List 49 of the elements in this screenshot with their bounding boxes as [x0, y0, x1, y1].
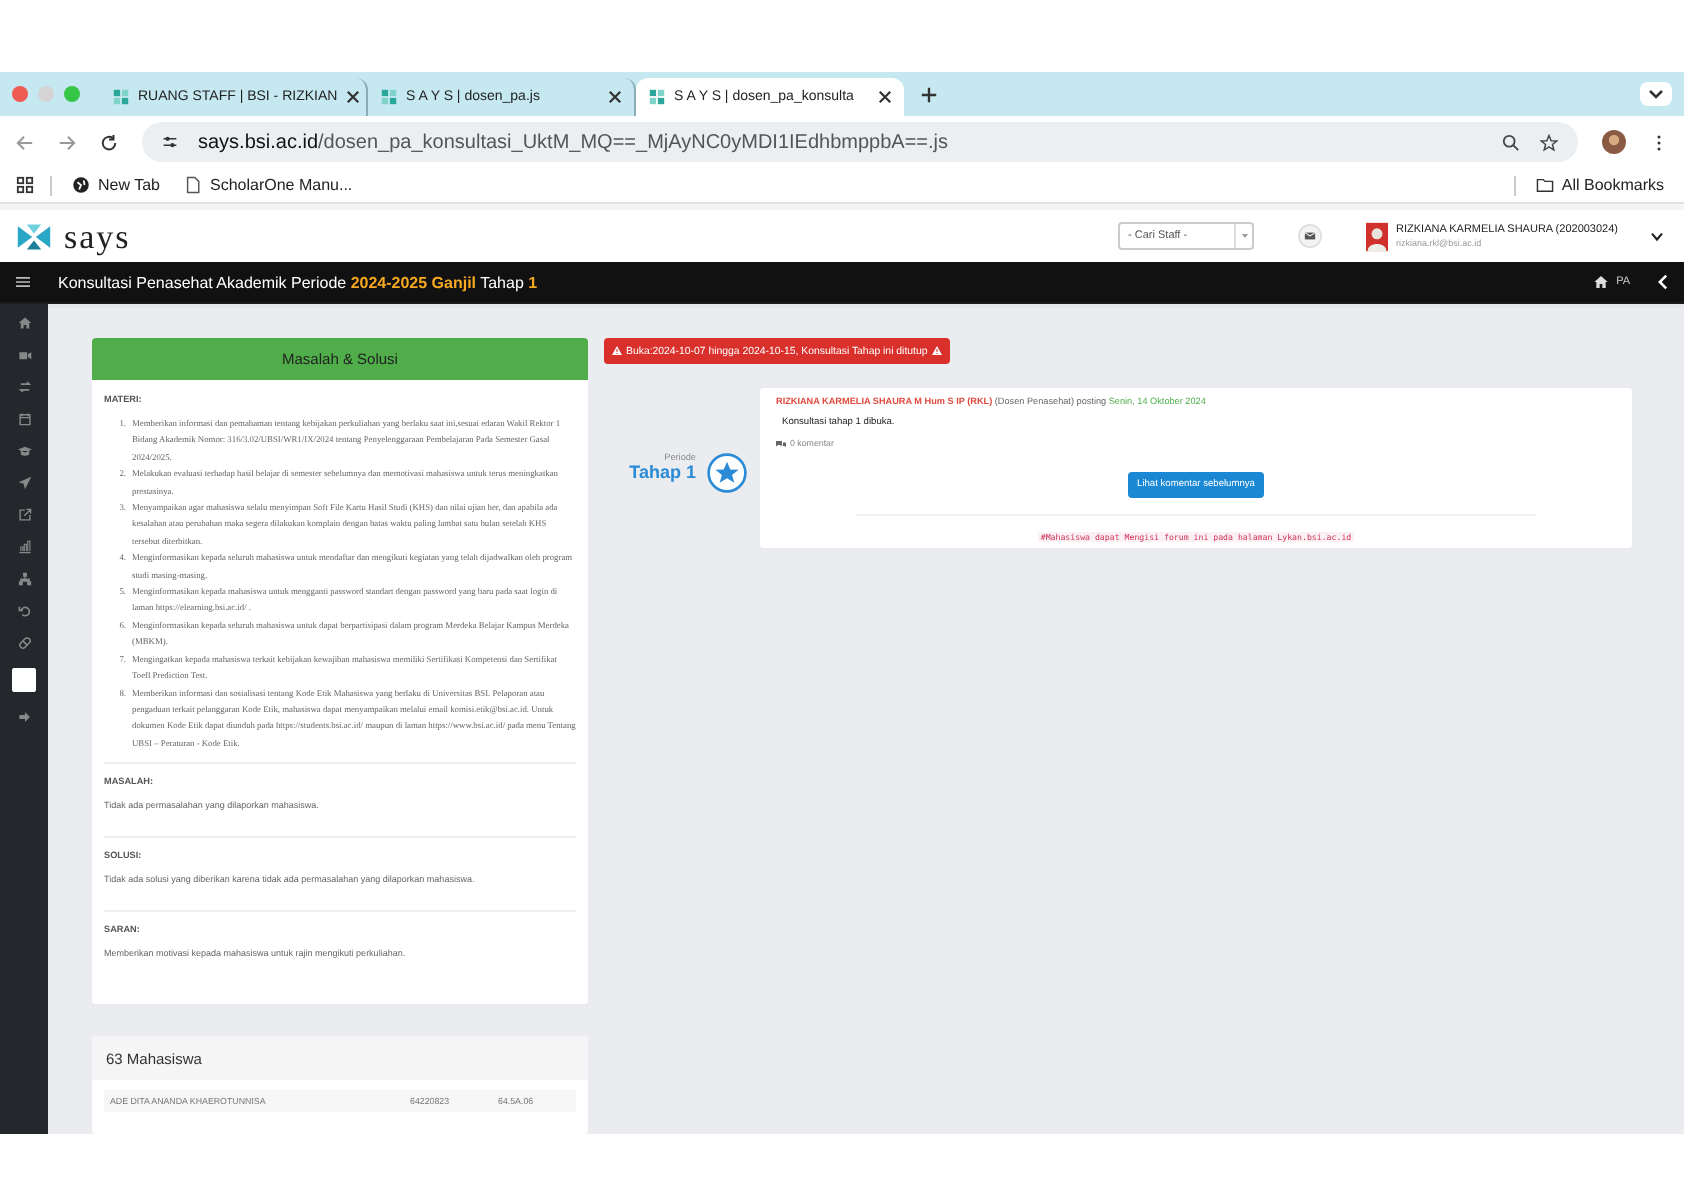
chevron-down-icon[interactable] [1650, 231, 1664, 241]
chart-icon[interactable] [17, 540, 31, 554]
favicon-icon [648, 88, 666, 106]
all-bookmarks[interactable]: All Bookmarks [1531, 176, 1668, 194]
collapse-icon[interactable] [1658, 274, 1668, 290]
link-icon[interactable] [17, 508, 31, 522]
plane-icon[interactable] [17, 476, 31, 490]
bookmark[interactable]: New Tab [68, 176, 164, 194]
comments-icon [776, 439, 786, 447]
warning-icon [931, 346, 942, 356]
logo-icon [16, 221, 52, 251]
logo-text: says [64, 219, 131, 253]
close-window-icon[interactable] [12, 86, 28, 102]
folder-icon [1535, 176, 1554, 194]
calendar-icon[interactable] [17, 412, 31, 426]
reload-icon[interactable] [100, 133, 118, 151]
star-icon[interactable] [1540, 133, 1558, 151]
user-avatar[interactable] [1366, 221, 1389, 251]
back-icon[interactable] [16, 133, 34, 151]
warning-icon [612, 346, 622, 356]
bookmark[interactable]: ScholarOne Manu... [179, 176, 357, 194]
globe-icon [72, 176, 90, 194]
pills-icon[interactable] [17, 636, 31, 650]
undo-icon[interactable] [17, 604, 31, 618]
favicon-icon [380, 88, 398, 106]
menu-icon[interactable] [16, 276, 30, 288]
close-tab-icon[interactable] [345, 90, 360, 104]
caret-icon [1241, 234, 1248, 238]
close-tab-icon[interactable] [878, 90, 892, 104]
site-settings-icon[interactable] [162, 134, 178, 150]
mail-icon[interactable] [1298, 224, 1323, 248]
address-bar[interactable]: says.bsi.ac.id/dosen_pa_konsultasi_UktM_MQ==_MjAyNC0yMDI1IEdhbmppbA==.js [142, 122, 1578, 162]
home-icon[interactable] [1594, 276, 1609, 288]
exit-icon[interactable] [17, 710, 31, 724]
document-icon [183, 176, 202, 194]
swap-icon[interactable] [17, 380, 31, 394]
forward-icon[interactable] [58, 133, 76, 151]
cap-icon[interactable] [17, 444, 31, 458]
apps-icon[interactable] [16, 176, 34, 194]
sitemap-icon[interactable] [17, 572, 31, 586]
page-title: Konsultasi Penasehat Akademik Periode 2024-2025 Ganjil Tahap 1 [58, 273, 538, 291]
video-icon[interactable] [17, 348, 31, 362]
favicon-icon [112, 88, 130, 106]
tab-search-icon[interactable] [1640, 82, 1672, 106]
stage-label: Tahap 1 [629, 462, 696, 482]
close-tab-icon[interactable] [608, 90, 622, 104]
zoom-icon[interactable] [1502, 133, 1520, 151]
new-tab-icon[interactable] [920, 85, 938, 103]
profile-avatar[interactable] [1602, 130, 1626, 154]
